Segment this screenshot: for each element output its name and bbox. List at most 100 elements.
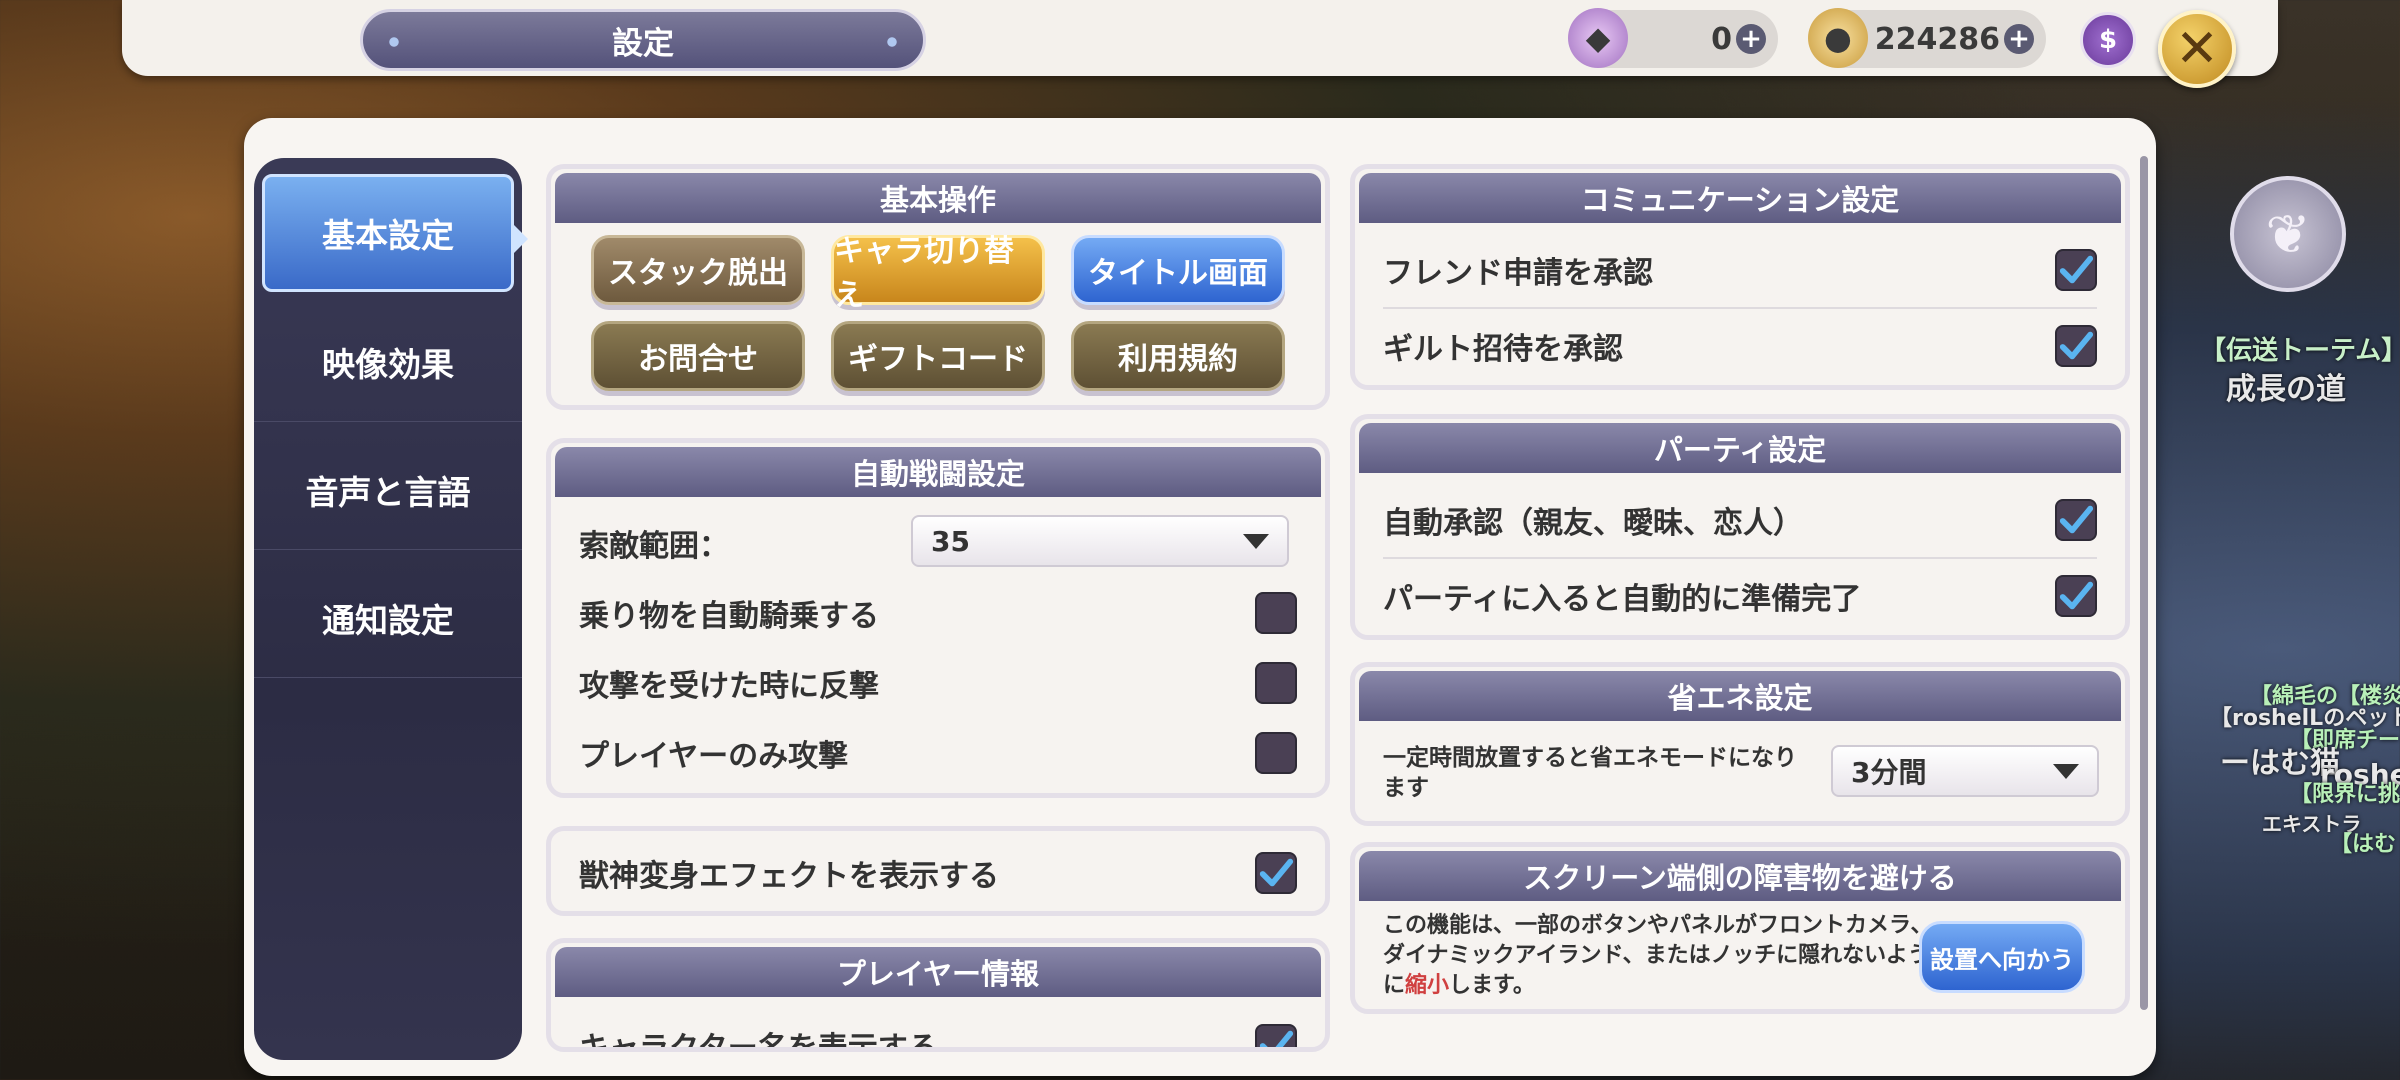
close-icon: ✕ bbox=[2175, 19, 2219, 79]
diamond-deco-icon bbox=[881, 36, 903, 48]
transform-effect-checkbox[interactable] bbox=[1255, 852, 1297, 894]
coin-counter: ● 224286 + bbox=[1808, 8, 2046, 68]
stack-escape-button[interactable]: スタック脱出 bbox=[591, 235, 805, 305]
chevron-down-icon bbox=[1243, 533, 1269, 549]
title-screen-button[interactable]: タイトル画面 bbox=[1071, 235, 1285, 305]
switch-character-button[interactable]: キャラ切り替え bbox=[831, 234, 1045, 313]
guild-invite-label: ギルト招待を承認 bbox=[1383, 332, 1623, 367]
settings-title-pill: 設定 bbox=[360, 9, 926, 71]
coin-icon: ● bbox=[1808, 8, 1868, 68]
search-range-dropdown[interactable]: 35 bbox=[911, 515, 1289, 567]
power-save-description: 一定時間放置すると省エネモードになります bbox=[1383, 745, 1797, 801]
party-auto-ready-checkbox[interactable] bbox=[2055, 575, 2097, 617]
basic-ops-card: 基本操作 スタック脱出 キャラ切り替え タイトル画面 お問合せ ギフトコード 利… bbox=[546, 164, 1330, 410]
party-auto-ready-label: パーティに入ると自動的に準備完了 bbox=[1383, 582, 1862, 617]
checkmark-icon bbox=[2059, 255, 2094, 284]
search-range-value: 35 bbox=[931, 524, 970, 558]
tab-visual-effects[interactable]: 映像効果 bbox=[254, 302, 522, 422]
tab-label: 映像効果 bbox=[322, 344, 454, 384]
description-text: します。 bbox=[1449, 973, 1535, 998]
checkmark-icon bbox=[2059, 581, 2094, 610]
tab-notifications[interactable]: 通知設定 bbox=[254, 558, 522, 678]
scrollbar[interactable] bbox=[2140, 156, 2148, 1010]
gem-icon: ◆ bbox=[1568, 8, 1628, 68]
counterattack-label: 攻撃を受けた時に反撃 bbox=[579, 669, 879, 704]
contact-button[interactable]: お問合せ bbox=[591, 321, 805, 391]
friend-request-checkbox[interactable] bbox=[2055, 249, 2097, 291]
add-coin-button[interactable]: + bbox=[2004, 24, 2034, 54]
friend-request-row: フレンド申請を承認 bbox=[1383, 239, 2097, 301]
player-only-label: プレイヤーのみ攻撃 bbox=[579, 739, 849, 774]
char-name-label: キャラクター名を表示する bbox=[579, 1031, 938, 1052]
wing-totem-icon[interactable]: ❦ bbox=[2230, 176, 2346, 292]
guild-invite-row: ギルト招待を承認 bbox=[1383, 315, 2097, 377]
divider bbox=[1383, 557, 2097, 559]
tab-label: 基本設定 bbox=[322, 216, 454, 255]
communication-card: コミュニケーション設定 フレンド申請を承認 ギルト招待を承認 bbox=[1350, 164, 2130, 390]
tab-basic-settings[interactable]: 基本設定 bbox=[262, 174, 514, 292]
add-gem-button[interactable]: + bbox=[1736, 24, 1766, 54]
description-highlight: 縮小 bbox=[1405, 973, 1450, 998]
card-title: プレイヤー情報 bbox=[555, 947, 1321, 997]
auto-battle-card: 自動戦闘設定 索敵範囲： 35 乗り物を自動騎乗する 攻撃を受けた時に反撃 プレ… bbox=[546, 438, 1330, 798]
gift-code-button[interactable]: ギフトコード bbox=[831, 321, 1045, 391]
transform-effect-row: 獣神変身エフェクトを表示する bbox=[579, 845, 1297, 901]
guild-invite-checkbox[interactable] bbox=[2055, 325, 2097, 367]
auto-mount-row: 乗り物を自動騎乗する bbox=[579, 583, 1297, 643]
counterattack-checkbox[interactable] bbox=[1255, 662, 1297, 704]
wallet-icon[interactable]: $ bbox=[2080, 12, 2136, 68]
char-name-row: キャラクター名を表示する bbox=[579, 1017, 1297, 1052]
friend-request-label: フレンド申請を承認 bbox=[1383, 256, 1653, 291]
player-only-checkbox[interactable] bbox=[1255, 732, 1297, 774]
transform-effect-label: 獣神変身エフェクトを表示する bbox=[579, 859, 999, 894]
party-auto-accept-row: 自動承認（親友、曖昧、恋人） bbox=[1383, 489, 2097, 551]
diamond-deco-icon bbox=[383, 36, 405, 48]
close-button[interactable]: ✕ bbox=[2158, 10, 2236, 88]
terms-button[interactable]: 利用規約 bbox=[1071, 321, 1285, 391]
power-save-card: 省エネ設定 一定時間放置すると省エネモードになります 3分間 bbox=[1350, 662, 2130, 826]
go-to-settings-button[interactable]: 設置へ向かう bbox=[1919, 921, 2085, 993]
gem-counter: ◆ 0 + bbox=[1568, 8, 1778, 68]
tab-audio-language[interactable]: 音声と言語 bbox=[254, 430, 522, 550]
card-title: パーティ設定 bbox=[1359, 423, 2121, 473]
card-title: コミュニケーション設定 bbox=[1359, 173, 2121, 223]
top-bar: 設定 ◆ 0 + ● 224286 + bbox=[122, 0, 2278, 76]
card-title: スクリーン端側の障害物を避ける bbox=[1359, 851, 2121, 901]
screen-edge-card: スクリーン端側の障害物を避ける この機能は、一部のボタンやパネルがフロントカメラ… bbox=[1350, 842, 2130, 1014]
auto-mount-checkbox[interactable] bbox=[1255, 592, 1297, 634]
auto-mount-label: 乗り物を自動騎乗する bbox=[579, 599, 879, 634]
checkmark-icon bbox=[2059, 331, 2094, 360]
tab-label: 音声と言語 bbox=[305, 472, 471, 512]
tab-label: 通知設定 bbox=[322, 600, 454, 640]
checkmark-icon bbox=[1259, 1030, 1294, 1047]
coin-count: 224286 bbox=[1874, 21, 2000, 57]
player-only-row: プレイヤーのみ攻撃 bbox=[579, 723, 1297, 783]
transform-effect-card: 獣神変身エフェクトを表示する bbox=[546, 826, 1330, 916]
checkmark-icon bbox=[1259, 858, 1294, 887]
char-name-checkbox[interactable] bbox=[1255, 1024, 1297, 1047]
power-save-value: 3分間 bbox=[1851, 756, 1927, 789]
card-title: 基本操作 bbox=[555, 173, 1321, 223]
party-auto-accept-label: 自動承認（親友、曖昧、恋人） bbox=[1383, 506, 1803, 541]
totem-label: 【伝送トーテム】 bbox=[2200, 336, 2400, 366]
player-info-card: プレイヤー情報 キャラクター名を表示する bbox=[546, 938, 1330, 1052]
gem-count: 0 bbox=[1711, 21, 1732, 57]
divider bbox=[1383, 307, 2097, 309]
page-title: 設定 bbox=[612, 25, 674, 62]
party-auto-accept-checkbox[interactable] bbox=[2055, 499, 2097, 541]
screen-edge-description: この機能は、一部のボタンやパネルがフロントカメラ、ダイナミックアイランド、または… bbox=[1383, 911, 1935, 1001]
counterattack-row: 攻撃を受けた時に反撃 bbox=[579, 653, 1297, 713]
party-auto-ready-row: パーティに入ると自動的に準備完了 bbox=[1383, 565, 2097, 627]
card-title: 自動戦闘設定 bbox=[555, 447, 1321, 497]
chat-line: 【限界に挑 bbox=[2290, 782, 2400, 807]
power-save-dropdown[interactable]: 3分間 bbox=[1831, 745, 2099, 797]
chat-line: 【はむ bbox=[2330, 832, 2397, 857]
search-range-label: 索敵範囲： bbox=[579, 529, 729, 564]
card-title: 省エネ設定 bbox=[1359, 671, 2121, 721]
wallet-symbol: $ bbox=[2098, 25, 2118, 55]
chevron-down-icon bbox=[2053, 763, 2079, 779]
totem-name: 成長の道 bbox=[2226, 372, 2346, 407]
party-card: パーティ設定 自動承認（親友、曖昧、恋人） パーティに入ると自動的に準備完了 bbox=[1350, 414, 2130, 640]
active-tab-arrow-icon bbox=[512, 223, 528, 255]
settings-sidebar: 基本設定 映像効果 音声と言語 通知設定 bbox=[254, 158, 522, 1060]
